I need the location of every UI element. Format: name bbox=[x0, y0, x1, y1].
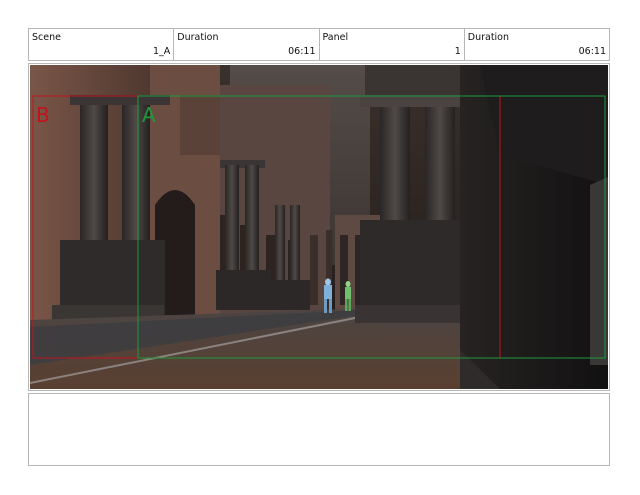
scene-label: Scene bbox=[32, 32, 61, 43]
scene-duration-label: Duration bbox=[177, 32, 219, 43]
panel-duration-cell[interactable]: Duration 06:11 bbox=[465, 29, 609, 60]
scene-duration-value: 06:11 bbox=[288, 46, 316, 57]
rendered-scene bbox=[30, 65, 608, 389]
panel-cell[interactable]: Panel 1 bbox=[320, 29, 465, 60]
right-wall bbox=[460, 65, 608, 389]
scene-value: 1_A bbox=[152, 46, 171, 57]
panel-image[interactable]: B A bbox=[30, 65, 608, 389]
camera-b-label: B bbox=[36, 103, 50, 127]
panel-duration-label: Duration bbox=[467, 32, 510, 43]
scene-duration-cell[interactable]: Duration 06:11 bbox=[174, 29, 320, 60]
camera-a-label: A bbox=[142, 103, 156, 127]
panel-value: 1 bbox=[454, 46, 461, 57]
panel-header: Scene 1_A Duration 06:11 Panel 1 Duratio… bbox=[28, 28, 610, 61]
panel-duration-value: 06:11 bbox=[578, 46, 606, 57]
notes-area[interactable] bbox=[28, 393, 610, 466]
scene-cell[interactable]: Scene 1_A bbox=[29, 29, 175, 60]
panel-label: Panel bbox=[322, 32, 349, 43]
